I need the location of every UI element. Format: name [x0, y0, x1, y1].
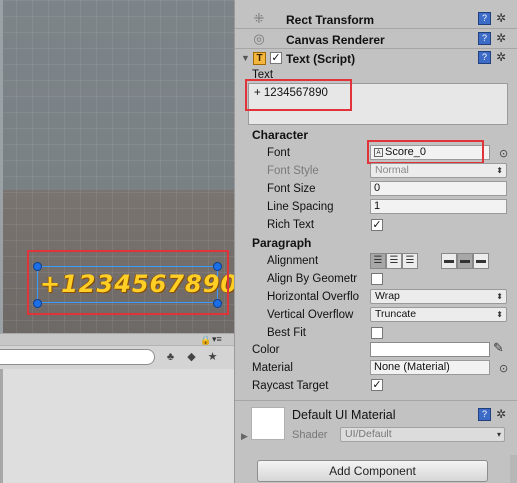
component-title: Canvas Renderer: [286, 33, 385, 47]
paragraph-header: Paragraph: [252, 236, 312, 250]
horizontal-overflow-dropdown[interactable]: Wrap ⬍: [370, 289, 507, 304]
align-right-icon[interactable]: ☰: [402, 253, 418, 269]
project-tab-strip: [0, 334, 234, 346]
shader-label: Shader: [292, 429, 328, 441]
gear-icon[interactable]: ✲: [496, 407, 506, 421]
scene-text-highlight: [27, 250, 229, 315]
dropdown-arrow-icon: ⬍: [496, 166, 503, 175]
object-picker-icon[interactable]: ⊙: [499, 147, 508, 160]
font-style-dropdown[interactable]: Normal ⬍: [370, 163, 507, 178]
project-toolbar: 🔒 ▾≡ ♣ ◆ ★: [0, 333, 234, 369]
material-field[interactable]: None (Material): [370, 360, 490, 375]
gear-icon[interactable]: ✲: [496, 11, 506, 25]
gear-icon[interactable]: ✲: [496, 50, 506, 64]
line-spacing-field[interactable]: 1: [370, 199, 507, 214]
font-size-label: Font Size: [267, 183, 316, 195]
rect-transform-icon: ⁜: [253, 11, 265, 26]
menu-icon[interactable]: ▾≡: [212, 334, 222, 345]
tag-icon[interactable]: ◆: [183, 349, 200, 365]
character-header: Character: [252, 128, 309, 142]
project-search-input[interactable]: [0, 349, 155, 365]
expand-arrow-icon[interactable]: ▶: [241, 431, 248, 442]
vertical-alignment-group: ▬ ▬ ▬: [441, 253, 489, 269]
font-highlight: [367, 140, 484, 164]
object-picker-icon[interactable]: ⊙: [499, 362, 508, 375]
component-text-script[interactable]: ▼ T ✓ Text (Script) ? ✲: [235, 49, 517, 68]
material-thumbnail: [251, 407, 285, 440]
scene-edge: [0, 0, 3, 333]
text-highlight: [245, 79, 352, 111]
help-icon[interactable]: ?: [478, 408, 491, 421]
component-rect-transform[interactable]: ⁜ Rect Transform ? ✲: [235, 10, 517, 29]
align-middle-icon[interactable]: ▬: [457, 253, 473, 269]
vertical-overflow-value: Truncate: [375, 308, 417, 320]
lock-icon[interactable]: 🔒: [200, 335, 211, 346]
inspector-scrollbar[interactable]: [510, 455, 517, 483]
align-left-icon[interactable]: ☰: [370, 253, 386, 269]
material-label: Material: [252, 362, 293, 374]
help-icon[interactable]: ?: [478, 51, 491, 64]
fold-arrow-icon[interactable]: ▼: [241, 53, 250, 63]
horizontal-alignment-group: ☰ ☰ ☰: [370, 253, 418, 269]
scene-view[interactable]: +1234567890: [0, 0, 234, 333]
component-title: Text (Script): [286, 52, 356, 66]
dropdown-arrow-icon: ⬍: [496, 292, 503, 301]
align-top-icon[interactable]: ▬: [441, 253, 457, 269]
best-fit-checkbox[interactable]: [371, 327, 383, 339]
eyedropper-icon[interactable]: ✎: [493, 340, 504, 356]
horizontal-overflow-label: Horizontal Overflo: [267, 291, 360, 303]
rich-text-label: Rich Text: [267, 219, 315, 231]
help-icon[interactable]: ?: [478, 32, 491, 45]
add-component-button[interactable]: Add Component: [257, 460, 488, 482]
vertical-overflow-label: Vertical Overflow: [267, 309, 354, 321]
shader-value: UI/Default: [345, 428, 392, 440]
text-script-icon: T: [253, 52, 266, 65]
material-name: Default UI Material: [292, 408, 396, 422]
rich-text-checkbox[interactable]: ✓: [371, 219, 383, 231]
alignment-label: Alignment: [267, 255, 319, 267]
line-spacing-label: Line Spacing: [267, 201, 334, 213]
component-title: Rect Transform: [286, 13, 375, 27]
shader-dropdown[interactable]: UI/Default ▾: [340, 427, 505, 442]
align-center-icon[interactable]: ☰: [386, 253, 402, 269]
inspector-panel: ⁜ Rect Transform ? ✲ ◎ Canvas Renderer ?…: [234, 0, 517, 483]
align-by-geometry-checkbox[interactable]: [371, 273, 383, 285]
help-icon[interactable]: ?: [478, 12, 491, 25]
font-style-label: Font Style: [267, 165, 319, 177]
font-style-value: Normal: [375, 164, 409, 176]
component-canvas-renderer[interactable]: ◎ Canvas Renderer ? ✲: [235, 30, 517, 49]
canvas-renderer-icon: ◎: [253, 31, 265, 46]
dropdown-arrow-icon: ⬍: [496, 310, 503, 319]
material-preview: ▶ Default UI Material ? ✲ Shader UI/Defa…: [235, 400, 517, 450]
font-size-field[interactable]: 0: [370, 181, 507, 196]
horizontal-overflow-value: Wrap: [375, 290, 400, 302]
align-by-geometry-label: Align By Geometr: [267, 273, 358, 285]
raycast-target-label: Raycast Target: [252, 380, 329, 392]
gear-icon[interactable]: ✲: [496, 31, 506, 45]
star-icon[interactable]: ★: [204, 349, 221, 365]
vertical-overflow-dropdown[interactable]: Truncate ⬍: [370, 307, 507, 322]
shapes-icon[interactable]: ♣: [162, 349, 179, 365]
enable-checkbox[interactable]: ✓: [270, 52, 282, 64]
color-field[interactable]: [370, 342, 490, 357]
dropdown-arrow-icon: ▾: [496, 430, 501, 439]
align-bottom-icon[interactable]: ▬: [473, 253, 489, 269]
color-label: Color: [252, 344, 280, 356]
best-fit-label: Best Fit: [267, 327, 306, 339]
font-label: Font: [267, 147, 291, 159]
raycast-target-checkbox[interactable]: ✓: [371, 379, 383, 391]
project-panel: [0, 369, 234, 483]
